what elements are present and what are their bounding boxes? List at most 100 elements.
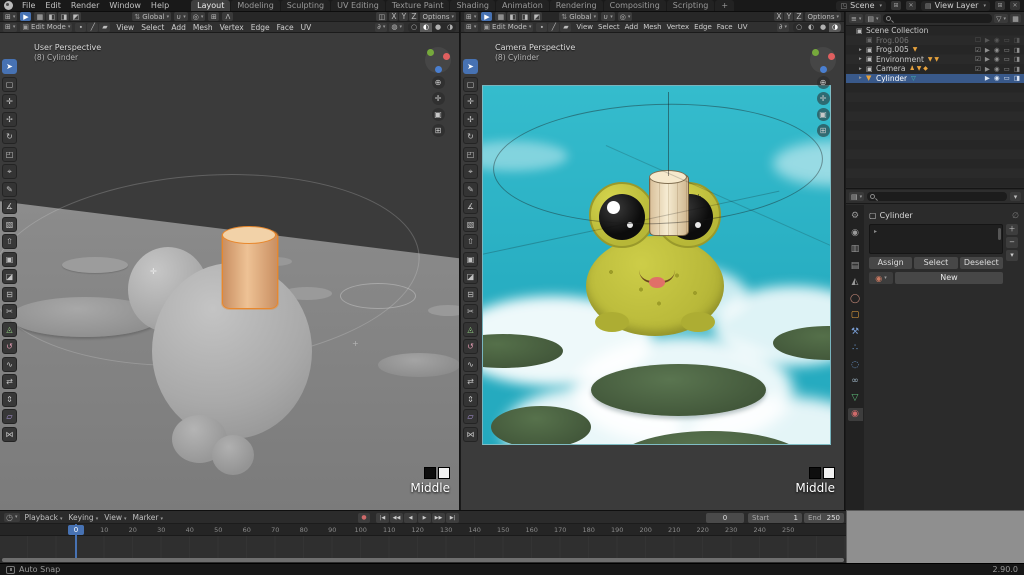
workspace-tab[interactable]: Shading [450,0,495,11]
zoom-icon[interactable]: ⊕ [817,76,830,89]
select-mode-face[interactable]: ▰ [99,23,110,32]
perspective-icon[interactable]: ⊞ [817,124,830,137]
transform-orientation-dropdown[interactable]: ⇅Global [559,12,598,21]
tool-rotate[interactable]: ↻ [2,129,17,144]
view-layer-selector[interactable]: ▤ View Layer [921,1,990,11]
tool-annotate[interactable]: ✎ [2,182,17,197]
tool-transform[interactable]: ⌖ [463,164,478,179]
gizmos-dropdown[interactable]: ∂ [777,23,789,32]
viewport-menu[interactable]: View [113,23,137,32]
proportional-edit-button[interactable]: ◎ [191,12,206,21]
outliner-row-environment[interactable]: ▸ ▣ Environment ▼ ▼ ☑ ▶ ◉ ▭ ◨ [846,55,1024,65]
outliner-row-camera[interactable]: ▸ ▣ Camera ♟ ▼ ◆ ☑ ▶ ◉ ▭ ◨ [846,64,1024,74]
tool-add-cube[interactable]: ▧ [463,217,478,232]
timeline-track-area[interactable] [0,536,846,558]
transform-orientation-dropdown[interactable]: ⇅Global [132,12,171,21]
topbar-menu[interactable]: Edit [40,1,66,10]
deselect-button[interactable]: Deselect [960,257,1003,269]
options-dropdown[interactable]: Options [420,12,456,21]
viewport-menu[interactable]: Mesh [641,23,663,31]
jump-to-start-button[interactable]: |◀ [376,513,389,523]
tool-rotate[interactable]: ↻ [463,129,478,144]
mirror-icon[interactable]: ◫ [376,12,387,21]
timeline-menu[interactable]: Keying [65,513,101,522]
viewport-menu[interactable]: Face [274,23,297,32]
shading-dot-icon[interactable]: ◩ [70,12,81,21]
tool-tweak[interactable]: ➤ [2,59,17,74]
tool-cursor[interactable]: ✛ [463,94,478,109]
shading-solid[interactable]: ◐ [805,23,817,32]
topbar-menu[interactable]: Render [66,1,104,10]
workspace-tab[interactable]: Scripting [667,0,715,11]
tool-inset-faces[interactable]: ▣ [2,252,17,267]
shading-rendered[interactable]: ◑ [829,23,841,32]
tab-tool[interactable]: ⚙ [848,210,863,223]
perspective-icon[interactable]: ⊞ [432,124,445,137]
tool-smooth[interactable]: ∿ [2,357,17,372]
outliner-row-scene-collection[interactable]: ▣ Scene Collection [846,26,1024,36]
expand-arrow-icon[interactable]: ▸ [859,75,864,81]
workspace-tab[interactable]: Animation [496,0,549,11]
tool-measure[interactable]: ∡ [2,199,17,214]
editor-type-button[interactable]: ⊞ [464,12,478,21]
overlays-dropdown[interactable]: ◍ [389,23,404,32]
workspace-tab[interactable]: UV Editing [331,0,385,11]
tool-bevel[interactable]: ◪ [463,269,478,284]
row-visibility-toggles[interactable]: ☐ ▶ ◉ ▭ ◨ [975,36,1021,44]
viewport-menu[interactable]: Select [596,23,622,31]
xray-icon[interactable]: ◧ [46,12,57,21]
options-dropdown[interactable]: Options [805,12,841,21]
tool-cursor[interactable]: ✛ [2,94,17,109]
select-button[interactable]: Select [914,257,957,269]
slot-specials-menu[interactable]: ▾ [1006,250,1018,261]
select-mode-edge[interactable]: ╱ [548,23,559,32]
tab-world[interactable]: ◯ [848,293,863,306]
start-frame-field[interactable]: Start1 [748,513,802,523]
assign-button[interactable]: Assign [869,257,912,269]
tool-inset-faces[interactable]: ▣ [463,252,478,267]
tool-knife[interactable]: ✂ [2,304,17,319]
timeline-scrollbar[interactable] [2,558,844,562]
tool-extrude-region[interactable]: ⇧ [463,234,478,249]
workspace-tab[interactable]: Rendering [550,0,603,11]
tool-scale[interactable]: ◰ [2,147,17,162]
select-mode-vertex[interactable]: ∙ [536,23,547,32]
proportional-edit-button[interactable]: ◎ [618,12,633,21]
select-mode-vertex[interactable]: ∙ [75,23,86,32]
workspace-tab[interactable]: + [715,0,734,11]
tab-constraints[interactable]: ∞ [848,375,863,388]
tool-loop-cut[interactable]: ⊟ [2,287,17,302]
snap-target-icon[interactable]: ⊞ [208,12,219,21]
material-browse-dropdown[interactable]: ◉ [869,272,893,284]
tool-shrink-fatten[interactable]: ⇕ [463,392,478,407]
shading-material[interactable]: ● [432,23,444,32]
shading-rendered[interactable]: ◑ [444,23,456,32]
shading-dot-icon[interactable]: ◩ [531,12,542,21]
snap-magnet-button[interactable]: ∪ [174,12,188,21]
shading-solid[interactable]: ◐ [420,23,432,32]
active-tool-button[interactable]: ▶ [20,12,31,21]
tool-rip-region[interactable]: ⋈ [2,427,17,442]
end-frame-field[interactable]: End250 [804,513,844,523]
camera-view-icon[interactable]: ▣ [432,108,445,121]
outliner-options-icon[interactable]: ▦ [1010,14,1021,23]
tab-render[interactable]: ◉ [848,227,863,240]
expand-arrow-icon[interactable]: ▸ [859,56,864,62]
tool-smooth[interactable]: ∿ [463,357,478,372]
tool-extrude-region[interactable]: ⇧ [2,234,17,249]
camera-view-icon[interactable]: ▣ [817,108,830,121]
tool-add-cube[interactable]: ▧ [2,217,17,232]
tool-transform[interactable]: ⌖ [2,164,17,179]
new-scene-button[interactable]: ⊞ [891,1,901,10]
frame-ruler[interactable]: 0 10203040506070809010011012013014015016… [0,524,846,536]
row-visibility-toggles[interactable]: ☑ ▶ ◉ ▭ ◨ [975,55,1021,63]
row-visibility-toggles[interactable]: ☑ ▶ ◉ ▭ ◨ [975,46,1021,54]
tool-annotate[interactable]: ✎ [463,182,478,197]
tool-scale[interactable]: ◰ [463,147,478,162]
viewport-menu[interactable]: UV [298,23,315,32]
zoom-icon[interactable]: ⊕ [432,76,445,89]
xray-icon[interactable]: ◧ [507,12,518,21]
scene-selector[interactable]: ◳ Scene [836,1,886,11]
mirror-axis-button[interactable]: X [774,12,783,21]
shading-wireframe[interactable]: ○ [793,23,805,32]
